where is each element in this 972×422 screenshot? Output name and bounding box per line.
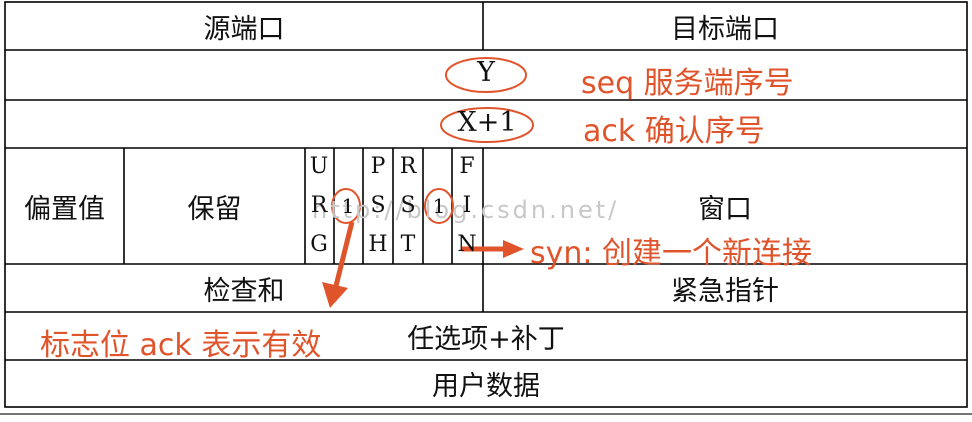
window-label: 窗口 <box>698 193 752 225</box>
flag-rst-letter: T <box>400 232 416 257</box>
options-label: 任选项+补丁 <box>407 323 565 355</box>
seq-value: Y <box>477 57 495 88</box>
flag-rst-letter: R <box>399 154 417 179</box>
reserved-cell: 保留 <box>124 148 305 264</box>
urgent-pointer-cell: 紧急指针 <box>483 264 967 312</box>
flag-rst-letter: S <box>400 193 416 218</box>
offset-cell: 偏置值 <box>5 148 124 264</box>
flag-syn-mark: 1 <box>432 194 446 218</box>
seq-note: seq 服务端序号 <box>581 66 794 101</box>
source-port-label: 源端口 <box>203 13 285 45</box>
user-data-cell: 用户数据 <box>5 360 967 407</box>
offset-label: 偏置值 <box>24 193 105 225</box>
reserved-label: 保留 <box>187 193 242 225</box>
flag-psh-letter: S <box>370 193 386 218</box>
flag-psh-letter: P <box>370 154 386 179</box>
dest-port-cell: 目标端口 <box>483 2 967 50</box>
urgent-pointer-label: 紧急指针 <box>671 275 779 307</box>
user-data-label: 用户数据 <box>432 371 540 402</box>
ack-flag-note: 标志位 ack 表示有效 <box>40 328 322 363</box>
flag-ack-mark: 1 <box>341 194 355 218</box>
flag-psh-letter: H <box>368 232 388 257</box>
dest-port-label: 目标端口 <box>671 13 779 45</box>
checksum-label: 检查和 <box>203 275 285 307</box>
flag-fin-letter: I <box>462 193 472 218</box>
ack-note: ack 确认序号 <box>583 114 765 149</box>
checksum-cell: 检查和 <box>5 264 483 312</box>
flag-urg-letter: U <box>309 154 329 179</box>
ack-value: X+1 <box>457 107 517 138</box>
flag-fin-letter: F <box>459 154 475 179</box>
source-port-cell: 源端口 <box>5 2 483 50</box>
flag-urg-letter: R <box>310 193 328 218</box>
flag-fin-letter: N <box>457 232 477 257</box>
flag-urg-letter: G <box>310 232 328 257</box>
